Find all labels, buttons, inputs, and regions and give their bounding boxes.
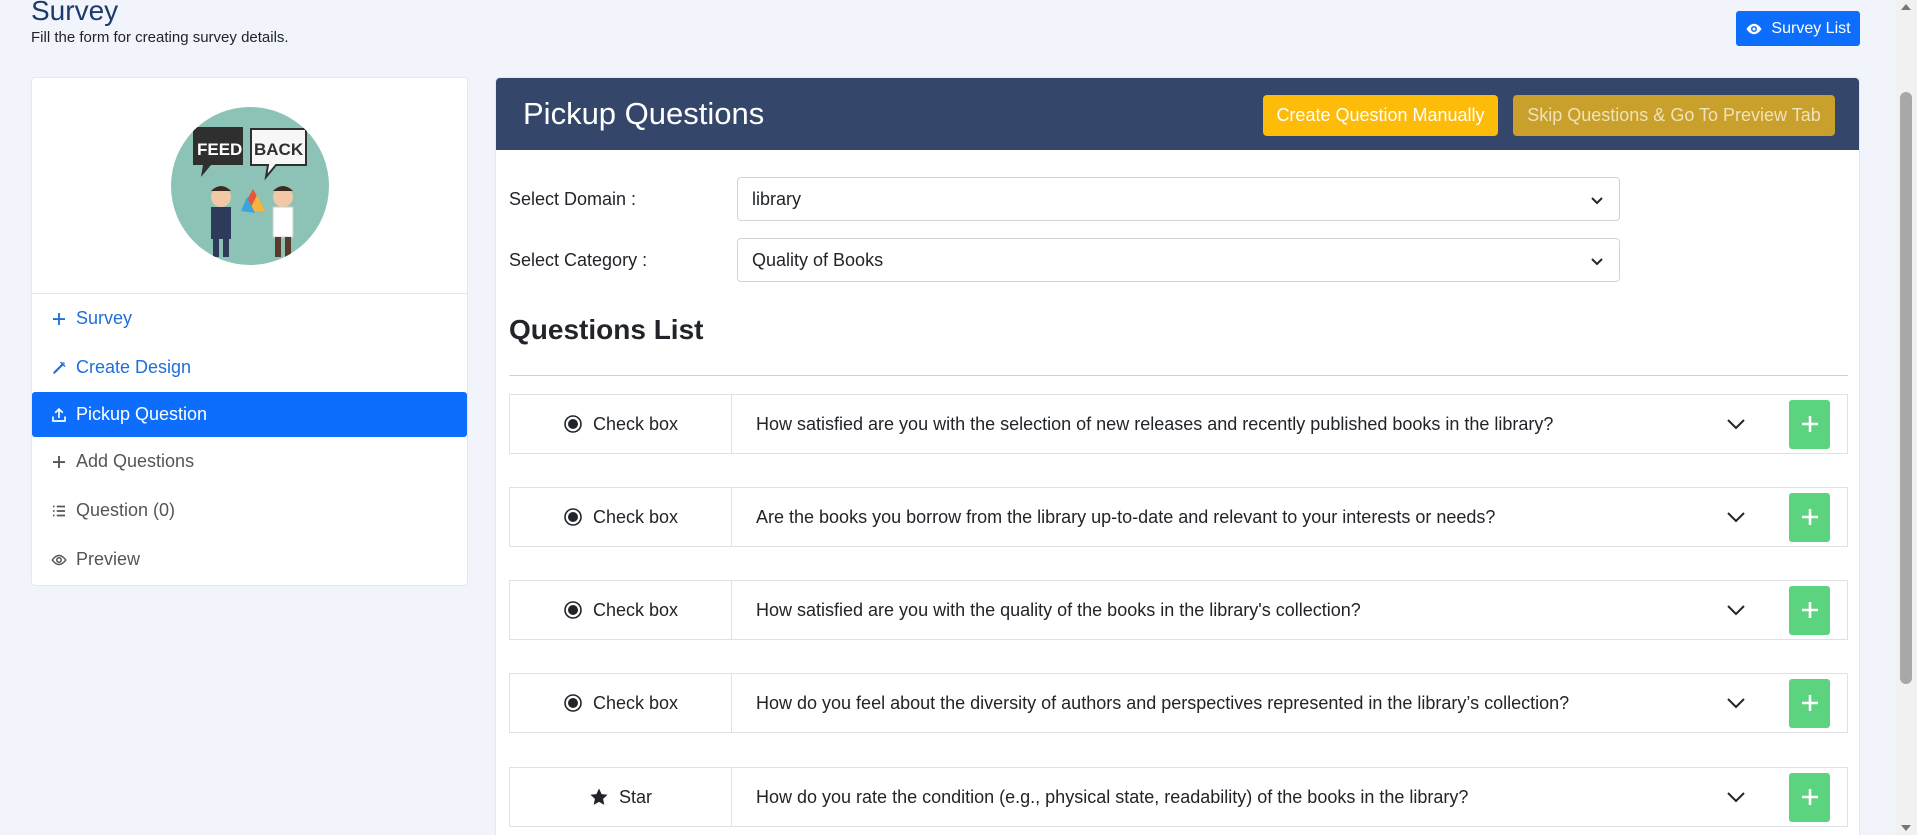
question-row: Check box Are the books you borrow from … [509,487,1848,547]
sidebar-item-label: Add Questions [76,451,195,471]
sidebar-item-preview[interactable]: Preview [32,535,467,584]
sidebar-item-survey[interactable]: Survey [32,294,467,343]
radio-icon [564,415,582,433]
sidebar-item-label: Preview [76,549,141,569]
scroll-thumb[interactable] [1900,92,1912,684]
logo-area: FEED BACK [32,78,467,294]
pen-icon [53,360,66,374]
question-text: Are the books you borrow from the librar… [756,506,1496,527]
sidebar-item-label: Question (0) [76,500,176,520]
create-question-manually-button[interactable]: Create Question Manually [1263,95,1498,136]
chevron-down-icon[interactable] [1725,692,1747,714]
sidebar-item-label: Survey [76,308,133,328]
question-row: Check box How do you feel about the dive… [509,673,1848,733]
sidebar-item-label: Create Design [76,357,192,377]
chevron-down-icon[interactable] [1725,786,1747,808]
plus-icon [1801,695,1818,711]
domain-select[interactable]: library [737,177,1620,221]
upload-icon [52,407,66,422]
logo-text-left: FEED [197,140,242,159]
question-type: Star [510,768,732,826]
add-question-button[interactable] [1789,492,1830,542]
panel-header: Pickup Questions Create Question Manuall… [496,78,1859,150]
skip-to-preview-button[interactable]: Skip Questions & Go To Preview Tab [1513,95,1835,136]
page-title: Survey [31,0,119,26]
question-type: Check box [510,674,732,732]
question-type: Check box [510,488,732,546]
question-text: How do you rate the condition (e.g., phy… [756,786,1469,807]
eye-icon [51,554,67,565]
radio-icon [564,694,582,712]
sidebar-item-pickup-question[interactable]: Pickup Question [32,392,467,437]
survey-list-button[interactable]: Survey List [1736,11,1860,46]
questions-list-title: Questions List [509,314,704,345]
divider [509,375,1848,376]
radio-icon [564,508,582,526]
panel-title: Pickup Questions [523,96,765,131]
sidebar: FEED BACK Survey Create Design Pickup Qu… [31,77,468,586]
plus-icon [1801,416,1818,432]
question-row: Star How do you rate the condition (e.g.… [509,767,1848,827]
question-row: Check box How satisfied are you with the… [509,394,1848,454]
add-question-button[interactable] [1789,399,1830,449]
category-row: Select Category : Quality of Books [509,238,1620,282]
plus-icon [53,455,65,468]
category-label: Select Category : [509,249,648,270]
chevron-down-icon[interactable] [1725,413,1747,435]
sidebar-item-create-design[interactable]: Create Design [32,343,467,392]
sidebar-item-label: Pickup Question [76,404,208,424]
list-icon [53,505,65,516]
domain-row: Select Domain : library [509,177,1620,221]
star-icon [590,788,608,805]
chevron-down-icon[interactable] [1725,599,1747,621]
plus-icon [1801,509,1818,525]
add-question-button[interactable] [1789,772,1830,822]
question-text: How satisfied are you with the quality o… [756,599,1361,620]
question-text: How satisfied are you with the selection… [756,413,1554,434]
question-type-label: Check box [592,506,679,527]
question-type: Check box [510,581,732,639]
chevron-down-icon[interactable] [1725,506,1747,528]
scroll-up-arrow[interactable] [1901,4,1911,10]
question-type: Check box [510,395,732,453]
plus-icon [1801,789,1818,805]
eye-icon [1746,23,1762,34]
question-type-label: Check box [592,599,679,620]
question-type-label: Star [618,786,652,807]
logo-text-right: BACK [254,140,304,159]
question-row: Check box How satisfied are you with the… [509,580,1848,640]
sidebar-item-add-questions[interactable]: Add Questions [32,437,467,486]
chevron-down-icon [1591,258,1603,266]
plus-icon [53,312,65,325]
page-scrollbar[interactable] [1896,0,1917,835]
feedback-illustration: FEED BACK [192,126,307,257]
scroll-down-arrow[interactable] [1901,825,1911,831]
chevron-down-icon [1591,197,1603,205]
category-value: Quality of Books [752,249,884,270]
page-subtitle: Fill the form for creating survey detail… [31,29,289,46]
domain-label: Select Domain : [509,188,637,209]
sidebar-item-question-count[interactable]: Question (0) [32,486,467,535]
question-type-label: Check box [592,413,679,434]
survey-list-label: Survey List [1771,19,1851,37]
add-question-button[interactable] [1789,585,1830,635]
question-text: How do you feel about the diversity of a… [756,692,1570,713]
pickup-questions-panel: Pickup Questions Create Question Manuall… [495,77,1860,835]
plus-icon [1801,602,1818,618]
question-type-label: Check box [592,692,679,713]
feedback-logo: FEED BACK [170,106,329,265]
sidebar-menu: Survey Create Design Pickup Question Add… [32,294,467,584]
radio-icon [564,601,582,619]
add-question-button[interactable] [1789,678,1830,728]
page-header: Survey Fill the form for creating survey… [31,0,289,48]
domain-value: library [752,188,802,209]
category-select[interactable]: Quality of Books [737,238,1620,282]
